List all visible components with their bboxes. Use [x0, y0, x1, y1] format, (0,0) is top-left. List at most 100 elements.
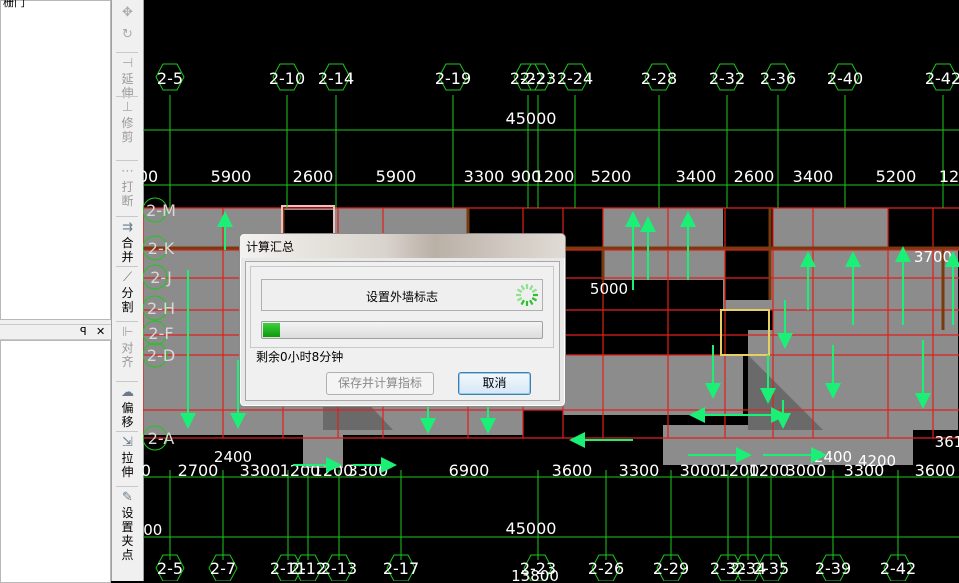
toolbar-separator [116, 381, 138, 382]
floor-slab [563, 355, 743, 415]
dimension-text: 00 [143, 167, 158, 186]
opening [888, 208, 959, 250]
extend-tool[interactable]: ⊣ 延伸 [112, 56, 143, 100]
dimension-text: 12 [939, 167, 959, 186]
toolbar-separator [116, 96, 138, 97]
tool-label: 断 [121, 194, 134, 208]
trim-icon: ⊥ [121, 100, 134, 115]
panel-titlebar: ꟼ ✕ [0, 324, 111, 340]
axis-label: 2-13 [321, 559, 357, 578]
tool-label: 分 [121, 286, 134, 300]
split-icon: ⟋ [122, 270, 133, 285]
dimension-text: 4200 [858, 452, 896, 470]
row-axis-label: 2-H [147, 299, 175, 318]
dimension-text: 2400 [814, 448, 852, 466]
pin-icon[interactable]: ꟼ [80, 325, 87, 338]
axis-label: 2-5 [157, 69, 183, 88]
properties-panel: 栅门 [0, 0, 111, 320]
dimension-text: 3400 [676, 167, 717, 186]
toolbar-separator [116, 216, 138, 217]
row-axis-label: 2-J [150, 268, 172, 287]
panel-cut-text: 栅门 [3, 0, 25, 9]
toolbar-separator [116, 160, 138, 161]
rotate-tool[interactable]: ↻ [112, 27, 143, 43]
break-icon: ⋯ [121, 164, 134, 179]
merge-icon: ⇉ [122, 220, 133, 235]
dimension-text: 5200 [876, 167, 917, 186]
dimension-text: 13800 [511, 567, 559, 581]
progress-bar [261, 321, 543, 339]
dialog-body: 设置外墙标志 剩余0小时8分钟 保存并计算指标 取消 [245, 261, 560, 401]
loading-spinner-icon [516, 284, 538, 306]
axis-label: 2-40 [827, 69, 863, 88]
dimension-text: 3600 [915, 461, 956, 480]
trim-tool[interactable]: ⊥ 修剪 [112, 100, 143, 144]
tool-label: 并 [121, 250, 134, 264]
dimension-text: 3000 [680, 461, 721, 480]
dimension-text: 2600 [734, 167, 775, 186]
offset-icon: ☁ [121, 385, 134, 400]
offset-tool[interactable]: ☁ 偏移 [112, 385, 143, 429]
stretch-tool[interactable]: ⇲ 拉伸 [112, 435, 143, 479]
dimension-text: 300 [143, 521, 162, 539]
save-and-calc-button[interactable]: 保存并计算指标 [326, 372, 434, 395]
layer-panel [0, 340, 111, 583]
cancel-button[interactable]: 取消 [458, 372, 531, 395]
axis-label: 2-32 [709, 69, 745, 88]
row-axis-label: 2-A [148, 429, 175, 448]
align-icon: ⊩ [121, 325, 134, 340]
dimension-text: 0 [143, 461, 151, 480]
row-axis-label: 2-D [147, 346, 175, 365]
axis-label: 2-42 [880, 559, 916, 578]
dimension-text: 5000 [590, 280, 628, 298]
tool-label: 延 [121, 72, 134, 86]
dimension-text: 3700 [914, 248, 952, 266]
tool-label: 拉 [121, 451, 134, 465]
extend-icon: ⊣ [121, 56, 134, 71]
axis-label: 2-10 [269, 69, 305, 88]
merge-tool[interactable]: ⇉ 合并 [112, 220, 143, 264]
tool-label: 夹 [121, 534, 134, 548]
axis-label: 2-35 [753, 559, 789, 578]
status-box: 设置外墙标志 [261, 279, 543, 311]
tool-label: 剪 [121, 130, 134, 144]
tool-label: 伸 [121, 465, 134, 479]
axis-label: 2-14 [318, 69, 354, 88]
break-tool[interactable]: ⋯ 打断 [112, 164, 143, 208]
status-text: 设置外墙标志 [365, 290, 438, 304]
tool-label: 偏 [121, 401, 134, 415]
floor-slab [603, 250, 723, 280]
dimension-text: 5900 [211, 167, 252, 186]
tool-label: 合 [121, 236, 134, 250]
left-panel: 栅门 ꟼ ✕ [0, 0, 112, 583]
align-tool[interactable]: ⊩ 对齐 [112, 325, 143, 369]
axis-label: 2-5 [157, 559, 183, 578]
opening [725, 210, 770, 300]
axis-label: 2-36 [760, 69, 796, 88]
tool-label: 伸 [121, 86, 134, 100]
dimension-text: 3300 [464, 167, 505, 186]
move-tool[interactable]: ✥ [112, 5, 143, 21]
dimension-text: 3300 [619, 461, 660, 480]
tool-label: 割 [121, 300, 134, 314]
dimension-text: 3600 [552, 461, 593, 480]
dimension-text: 1200 [749, 461, 790, 480]
grip-tool[interactable]: ✎ 设置夹点 [112, 490, 143, 562]
axis-label: 2-23 [520, 69, 556, 88]
dimension-text: 2700 [178, 461, 219, 480]
floor-slab [773, 250, 893, 335]
axis-label: 2-24 [557, 69, 593, 88]
tool-label: 齐 [121, 355, 134, 369]
axis-label: 2-19 [435, 69, 471, 88]
axis-label: 2-28 [641, 69, 677, 88]
close-icon[interactable]: ✕ [96, 325, 105, 338]
axis-label: 2-39 [815, 559, 851, 578]
dimension-text: 2600 [293, 167, 334, 186]
tool-label: 设 [121, 506, 134, 520]
dialog-titlebar[interactable]: 计算汇总 [240, 234, 565, 258]
edit-toolbar: ✥ ↻ ⊣ 延伸 ⊥ 修剪 ⋯ 打断 ⇉ 合并 ⟋ 分割 ⊩ 对齐 ☁ 偏移 ⇲ 拉伸 ✎ 设置夹点 [112, 0, 144, 581]
split-tool[interactable]: ⟋ 分割 [112, 270, 143, 314]
toolbar-separator [116, 431, 138, 432]
floor-slab [773, 208, 893, 250]
dimension-text: 5200 [591, 167, 632, 186]
